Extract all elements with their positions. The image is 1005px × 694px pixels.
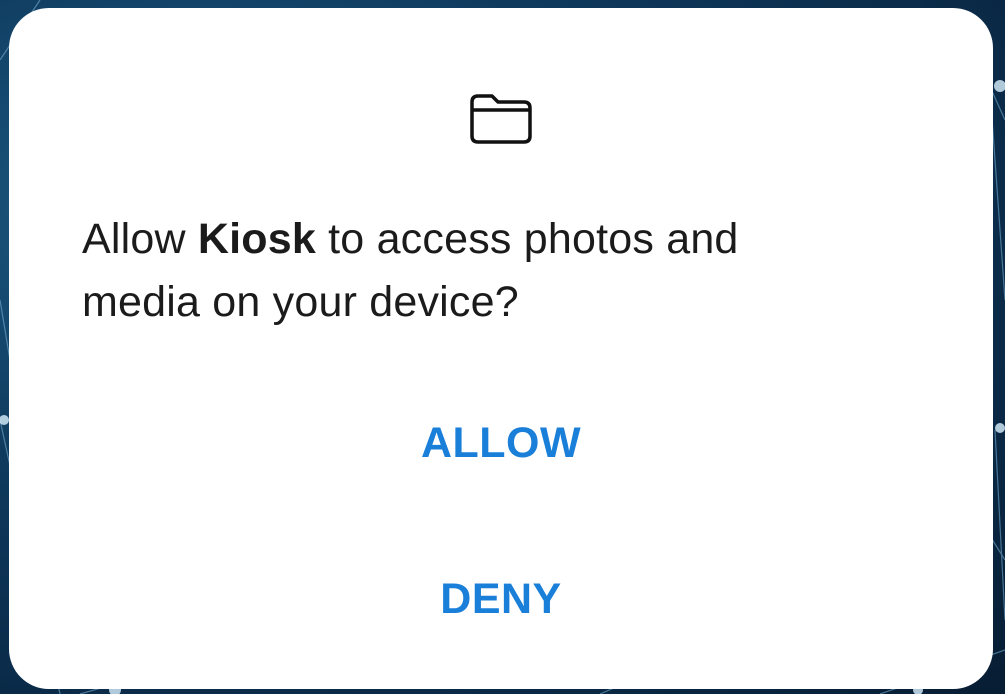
app-name: Kiosk: [197, 215, 317, 263]
folder-icon: [468, 90, 534, 146]
permission-message: Allow Kiosk to access photos and media o…: [82, 208, 862, 334]
deny-button[interactable]: DENY: [9, 544, 993, 654]
allow-button[interactable]: ALLOW: [9, 388, 993, 498]
message-prefix: Allow: [82, 215, 198, 263]
permission-dialog: Allow Kiosk to access photos and media o…: [9, 8, 993, 689]
